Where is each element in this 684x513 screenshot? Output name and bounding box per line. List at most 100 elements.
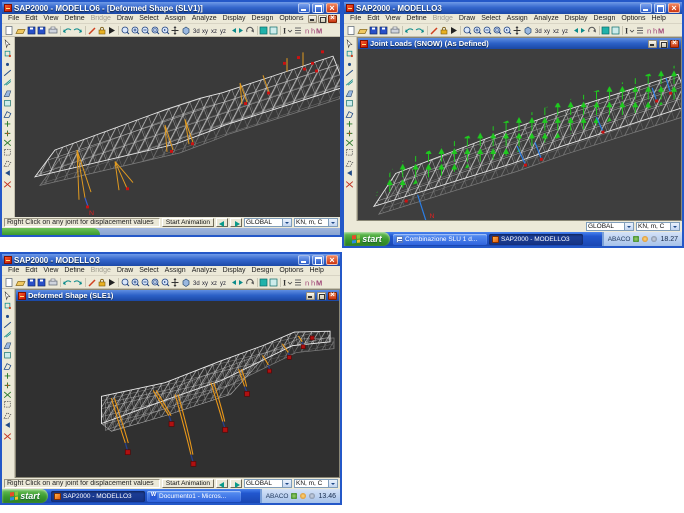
menu-item[interactable]: File	[5, 15, 22, 22]
menu-item[interactable]: Assign	[162, 267, 189, 274]
title-bar[interactable]: SAP2000 - MODELLO6 - [Deformed Shape (SL…	[2, 2, 340, 14]
restore-button[interactable]	[312, 3, 324, 13]
restore-button[interactable]	[654, 3, 666, 13]
menu-item[interactable]: Bridge	[430, 15, 456, 22]
coordinate-system-select[interactable]: GLOBAL	[244, 218, 292, 227]
coordinate-system-select[interactable]: GLOBAL	[586, 222, 634, 231]
title-bar[interactable]: SAP2000 - MODELLO3	[344, 2, 682, 14]
units-select[interactable]: KN, m, C	[294, 218, 338, 227]
animation-forward-button[interactable]	[230, 218, 242, 227]
menu-item[interactable]: Analyze	[189, 267, 220, 274]
menu-item[interactable]: View	[40, 15, 61, 22]
child-restore-button[interactable]	[317, 292, 326, 300]
menu-item[interactable]: Display	[220, 267, 249, 274]
start-button[interactable]: start	[344, 232, 390, 246]
chevron-down-icon[interactable]	[328, 480, 337, 487]
minimize-button[interactable]	[640, 3, 652, 13]
menu-item[interactable]: Define	[61, 15, 87, 22]
menu-item[interactable]: File	[347, 15, 364, 22]
menu-item[interactable]: Edit	[22, 15, 40, 22]
menu-item[interactable]: Help	[648, 15, 668, 22]
tray-status-icon[interactable]	[309, 493, 315, 499]
side-toolbar-icons[interactable]	[2, 38, 13, 208]
tray-status-icon[interactable]	[291, 493, 297, 499]
units-select[interactable]: KN, m, C	[636, 222, 680, 231]
units-select[interactable]: KN, m, C	[294, 479, 338, 488]
menu-item[interactable]: Select	[136, 267, 161, 274]
close-button[interactable]	[668, 3, 680, 13]
menu-item[interactable]: Edit	[364, 15, 382, 22]
menu-item[interactable]: Display	[562, 15, 591, 22]
menu-item[interactable]: View	[40, 267, 61, 274]
model-view-joint-loads-snow[interactable]: N	[358, 49, 681, 220]
child-title-bar[interactable]: Joint Loads (SNOW) (As Defined)	[358, 38, 681, 49]
title-bar[interactable]: SAP2000 - MODELLO3	[2, 254, 340, 266]
menu-item[interactable]: Assign	[504, 15, 531, 22]
child-title-bar[interactable]: Deformed Shape (SLE1)	[16, 290, 339, 301]
side-toolbar[interactable]	[2, 37, 15, 217]
model-view-deformed-slv1[interactable]: N	[15, 37, 340, 217]
menu-item[interactable]: Options	[276, 267, 306, 274]
taskbar-button[interactable]: SAP2000 - MODELLO3	[51, 491, 145, 502]
menu-item[interactable]: Define	[61, 267, 87, 274]
main-toolbar[interactable]	[2, 276, 340, 289]
chevron-down-icon[interactable]	[282, 219, 291, 226]
main-toolbar[interactable]	[344, 24, 682, 37]
child-minimize-button[interactable]	[648, 40, 657, 48]
menu-item[interactable]: Draw	[456, 15, 478, 22]
child-restore-button[interactable]	[318, 15, 327, 23]
close-button[interactable]	[326, 255, 338, 265]
tray-status-icon[interactable]	[300, 493, 306, 499]
menu-item[interactable]: Draw	[114, 15, 136, 22]
chevron-down-icon[interactable]	[282, 480, 291, 487]
tray-status-icon[interactable]	[633, 236, 639, 242]
chevron-down-icon[interactable]	[624, 223, 633, 230]
minimize-button[interactable]	[298, 3, 310, 13]
chevron-down-icon[interactable]	[670, 223, 679, 230]
menu-item[interactable]: Options	[618, 15, 648, 22]
child-minimize-button[interactable]	[306, 292, 315, 300]
coordinate-system-select[interactable]: GLOBAL	[244, 479, 292, 488]
animation-back-button[interactable]	[216, 218, 228, 227]
taskbar-button[interactable]: Documento1 - Micros...	[147, 491, 241, 502]
main-toolbar-icons[interactable]	[4, 25, 322, 36]
menu-item[interactable]: Display	[220, 15, 249, 22]
menu-item[interactable]: Define	[403, 15, 429, 22]
menu-item[interactable]: Help	[306, 267, 326, 274]
animation-forward-button[interactable]	[230, 479, 242, 488]
menu-item[interactable]: Select	[136, 15, 161, 22]
child-close-button[interactable]	[670, 40, 679, 48]
side-toolbar[interactable]	[344, 37, 357, 221]
menu-item[interactable]: Bridge	[88, 267, 114, 274]
side-toolbar[interactable]	[2, 289, 15, 478]
child-restore-button[interactable]	[659, 40, 668, 48]
menu-item[interactable]: View	[382, 15, 403, 22]
start-animation-button[interactable]: Start Animation	[162, 218, 214, 227]
menu-item[interactable]: Design	[591, 15, 619, 22]
chevron-down-icon[interactable]	[328, 219, 337, 226]
start-animation-button[interactable]: Start Animation	[162, 479, 214, 488]
tray-status-icon[interactable]	[642, 236, 648, 242]
animation-back-button[interactable]	[216, 479, 228, 488]
menu-item[interactable]: Options	[276, 15, 306, 22]
side-toolbar-icons[interactable]	[2, 290, 13, 460]
menu-item[interactable]: Edit	[22, 267, 40, 274]
menu-item[interactable]: Design	[249, 15, 277, 22]
menu-item[interactable]: Draw	[114, 267, 136, 274]
main-toolbar[interactable]	[2, 24, 340, 37]
minimize-button[interactable]	[298, 255, 310, 265]
side-toolbar-icons[interactable]	[344, 38, 355, 208]
menu-item[interactable]: File	[5, 267, 22, 274]
restore-button[interactable]	[312, 255, 324, 265]
start-button-partial[interactable]	[2, 228, 100, 235]
taskbar-button[interactable]: SAP2000 - MODELLO3	[489, 234, 583, 245]
close-button[interactable]	[326, 3, 338, 13]
taskbar-button[interactable]: Combinazione SLU 1 d...	[393, 234, 487, 245]
model-view-deformed-sle1[interactable]	[16, 301, 339, 477]
menu-item[interactable]: Analyze	[531, 15, 562, 22]
tray-status-icon[interactable]	[651, 236, 657, 242]
menu-item[interactable]: Bridge	[88, 15, 114, 22]
menu-item[interactable]: Assign	[162, 15, 189, 22]
menu-item[interactable]: Analyze	[189, 15, 220, 22]
menu-item[interactable]: Design	[249, 267, 277, 274]
